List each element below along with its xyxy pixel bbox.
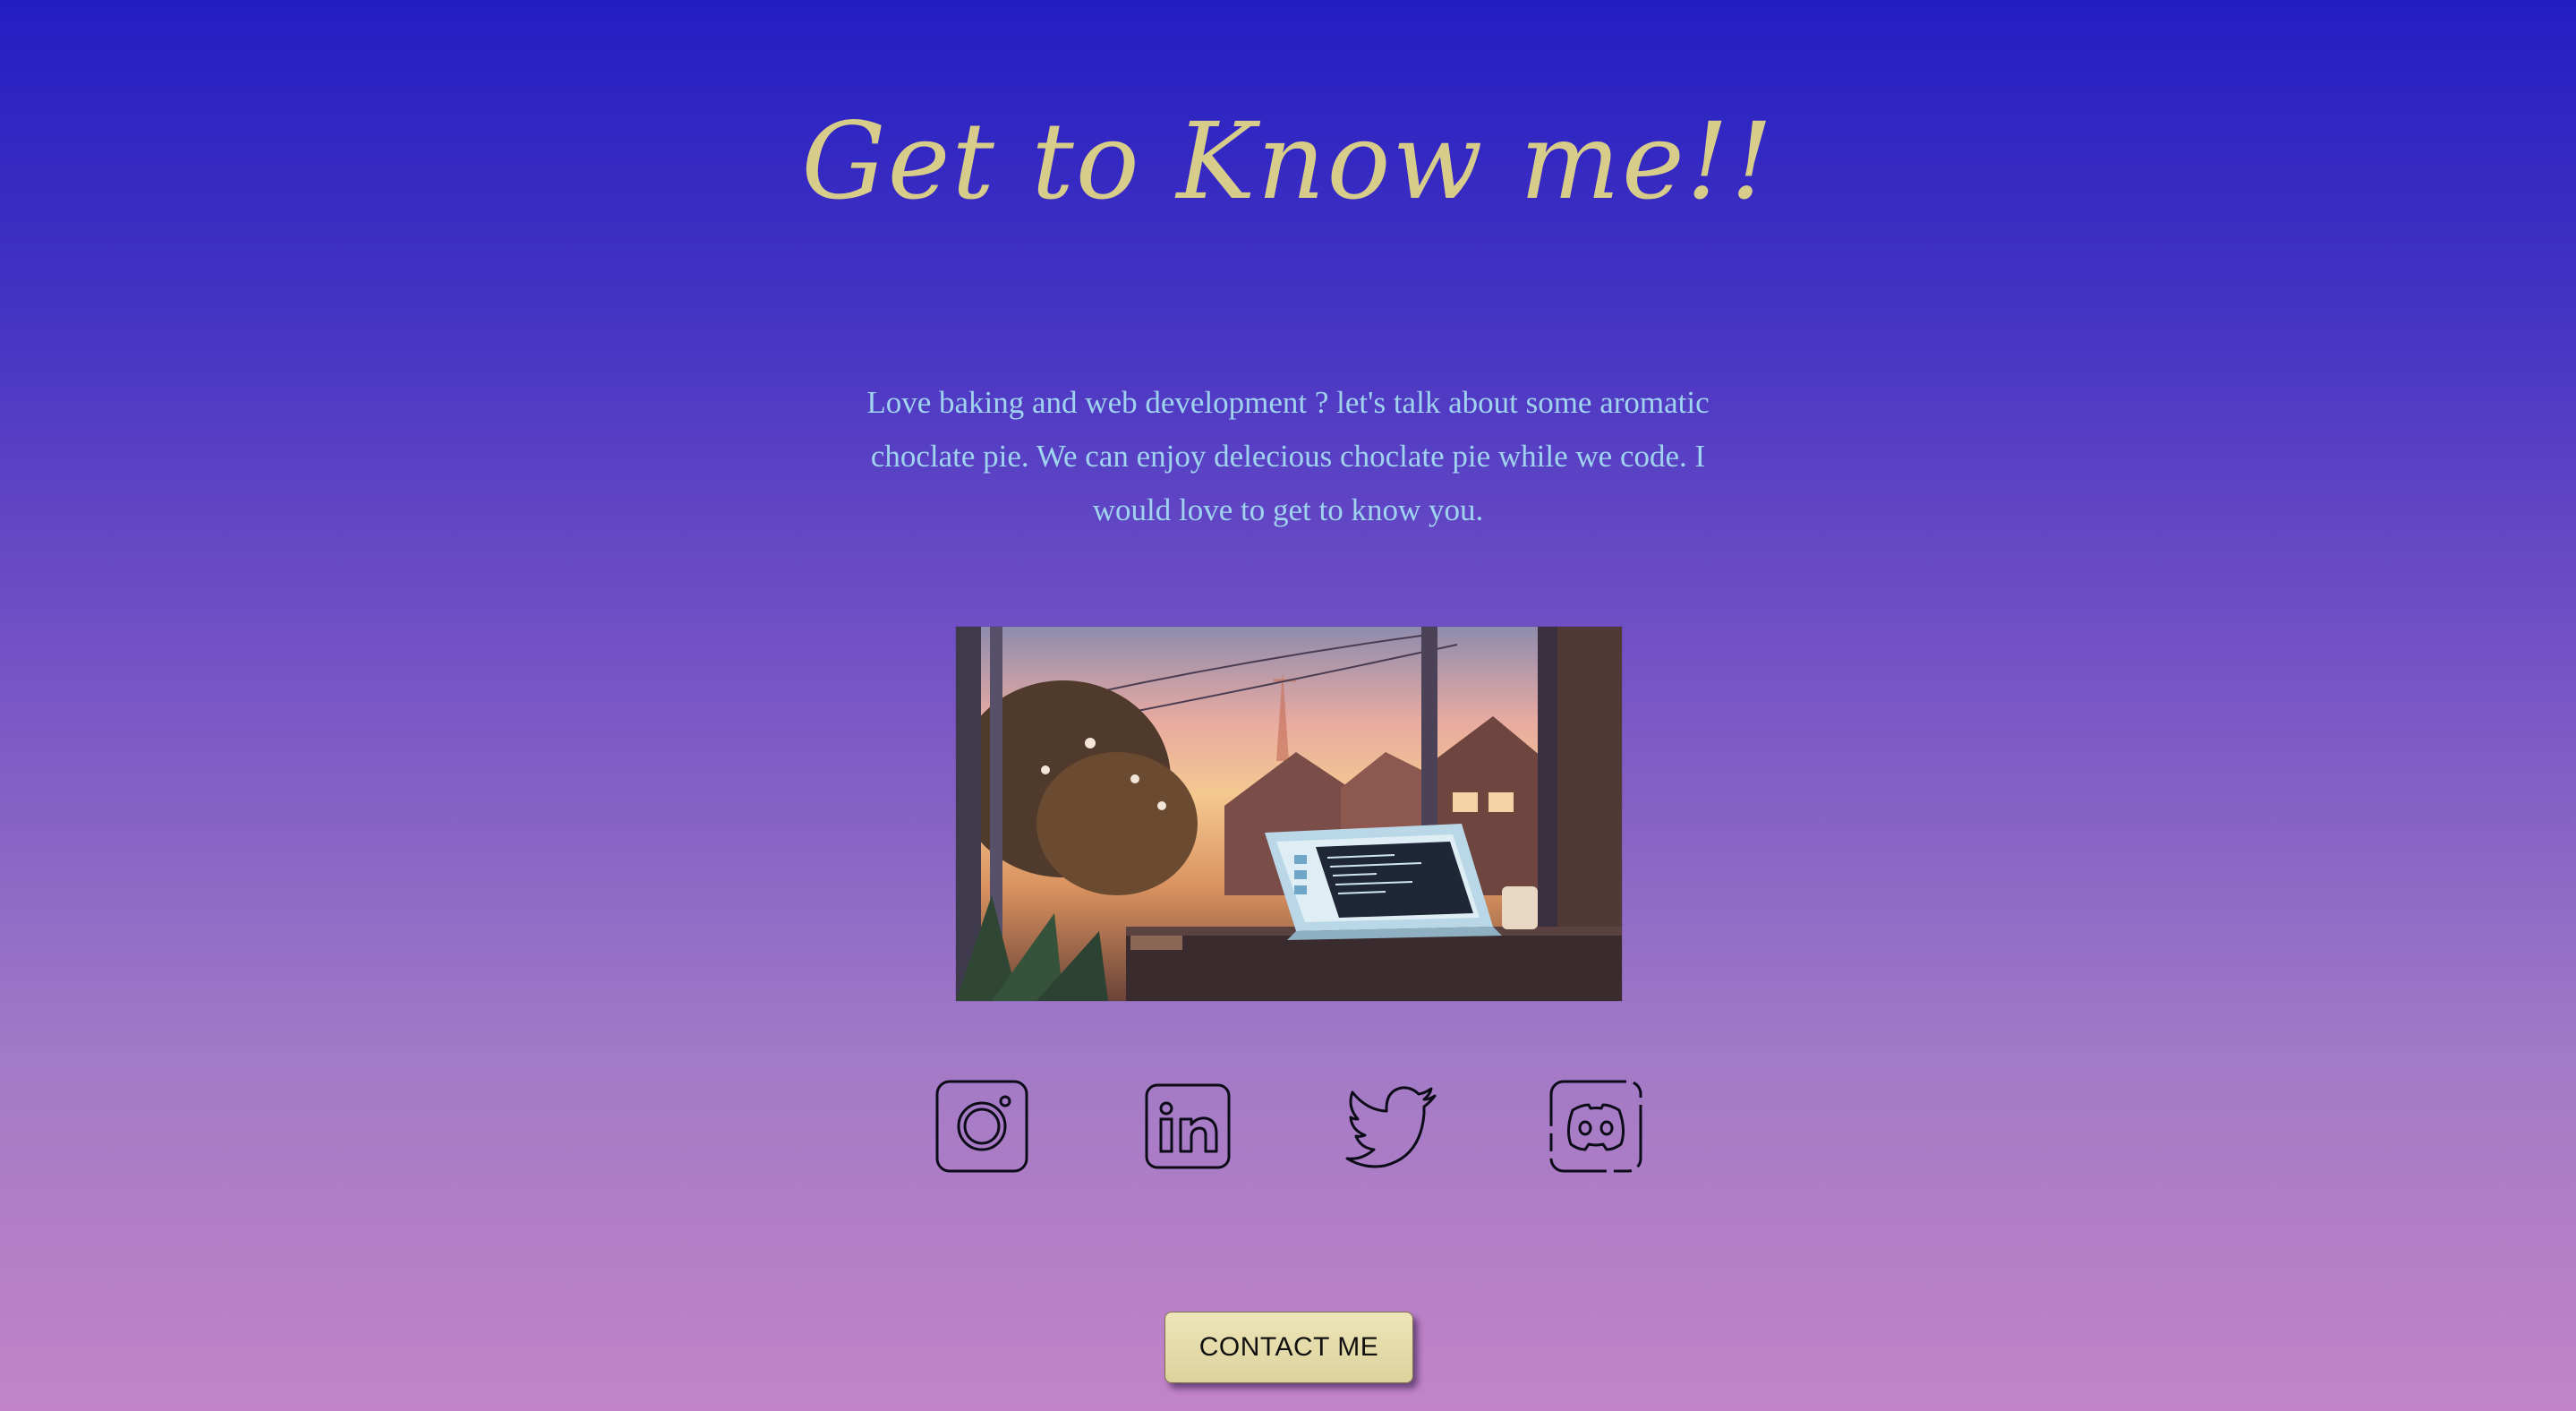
discord-link[interactable] (1549, 1080, 1642, 1173)
linkedin-link[interactable] (1141, 1080, 1234, 1173)
bio-text: Love baking and web development ? let's … (866, 385, 1710, 527)
page-title: Get to Know me!! (801, 99, 1775, 223)
twitter-icon (1345, 1086, 1437, 1168)
discord-icon (1549, 1080, 1642, 1173)
page: Get to Know me!! Love baking and web dev… (0, 0, 2576, 1411)
lofi-desk-illustration (956, 627, 1622, 1001)
contact-me-button[interactable]: CONTACT ME (1164, 1312, 1413, 1383)
social-links (935, 1080, 1642, 1173)
hero-image (956, 627, 1622, 1001)
instagram-icon (935, 1080, 1028, 1173)
instagram-link[interactable] (935, 1080, 1028, 1173)
twitter-link[interactable] (1345, 1080, 1438, 1173)
linkedin-icon (1145, 1083, 1231, 1169)
